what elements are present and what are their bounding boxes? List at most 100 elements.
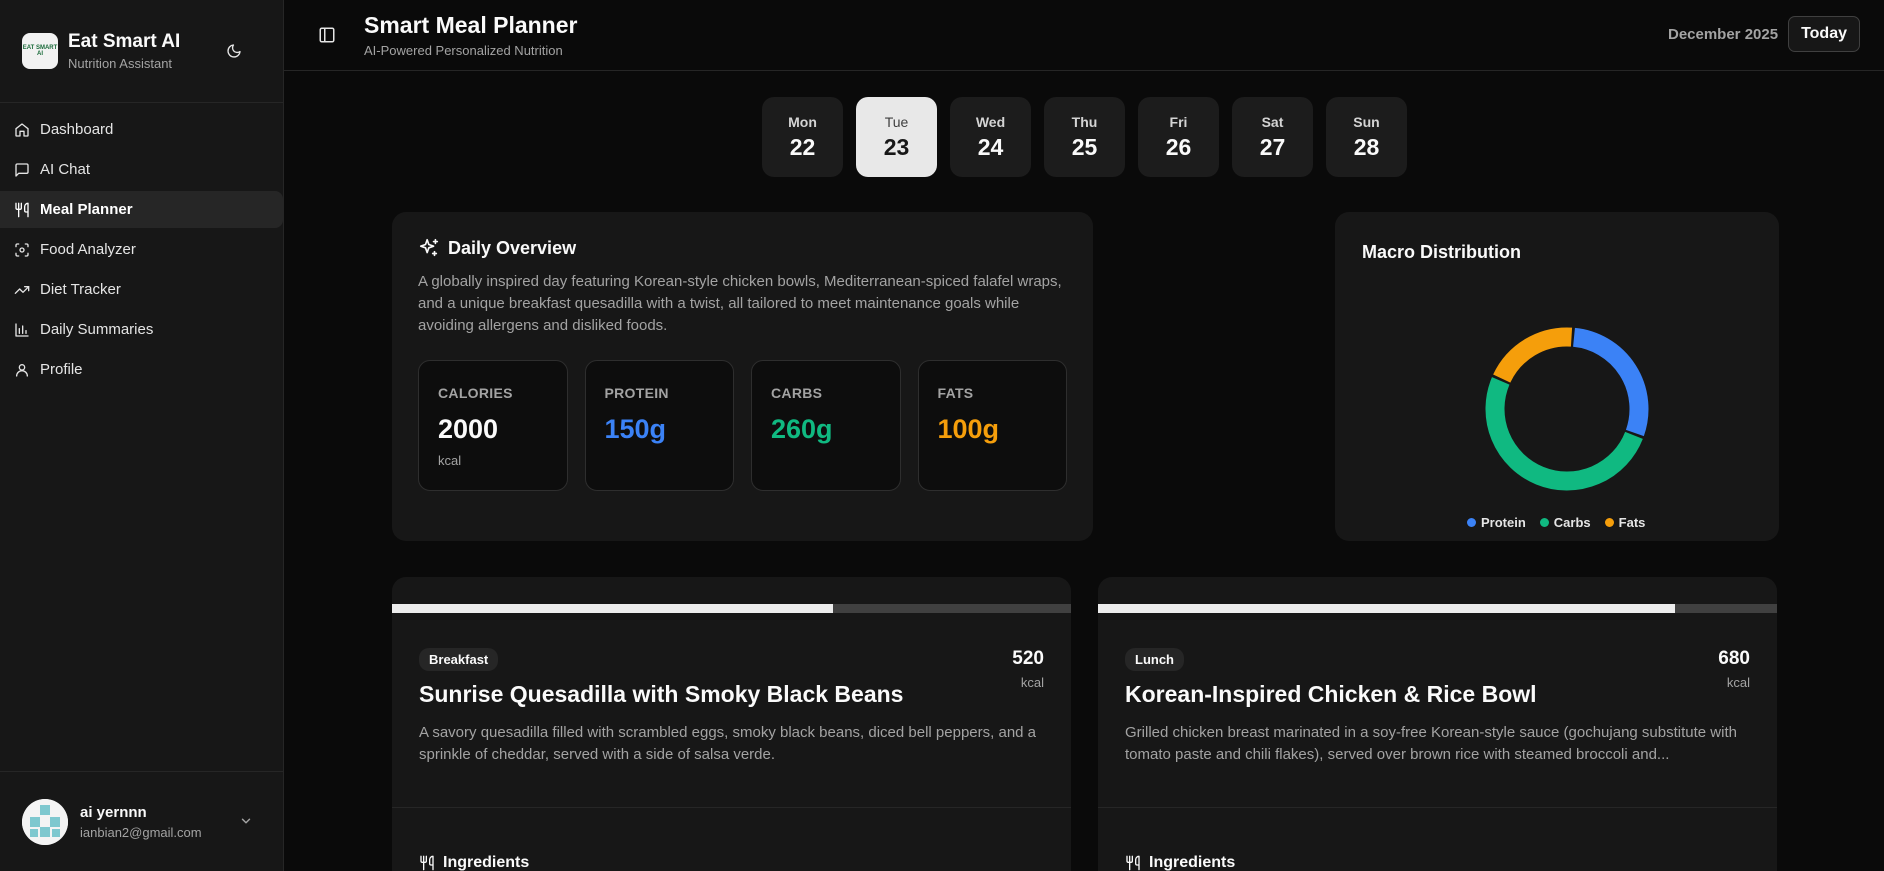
logo-text: EAT SMART AI (22, 45, 58, 57)
ingredients-toggle[interactable]: Ingredients (1098, 854, 1777, 871)
sidebar-item-label: Food Analyzer (40, 241, 136, 258)
sidebar-item-daily-summaries[interactable]: Daily Summaries (0, 311, 283, 348)
overview-description: A globally inspired day featuring Korean… (418, 273, 1062, 334)
day-number: 23 (883, 133, 910, 160)
ingredients-label: Ingredients (443, 854, 530, 871)
user-name: ai yernnn (80, 803, 147, 821)
main-content: Smart Meal Planner AI-Powered Personaliz… (284, 0, 1884, 871)
user-email: ianbian2@gmail.com (80, 824, 202, 840)
meal-description: A savory quesadilla filled with scramble… (419, 724, 1037, 763)
meal-progress-bar (392, 604, 1071, 613)
meal-kcal-value: 520 (1012, 648, 1044, 669)
day-sat[interactable]: Sat 27 (1232, 97, 1313, 177)
sidebar: EAT SMART AI Eat Smart AI Nutrition Assi… (0, 0, 284, 871)
avatar-pattern-icon (22, 798, 68, 845)
day-wed[interactable]: Wed 24 (950, 97, 1031, 177)
current-month: December 2025 (1667, 25, 1779, 43)
legend-dot (1467, 518, 1476, 527)
meal-calories: 680 kcal (1718, 648, 1750, 690)
day-sun[interactable]: Sun 28 (1326, 97, 1407, 177)
brand: EAT SMART AI Eat Smart AI Nutrition Assi… (0, 0, 283, 103)
trending-up-icon (14, 285, 30, 294)
meal-title: Sunrise Quesadilla with Smoky Black Bean… (419, 681, 904, 707)
avatar (22, 798, 68, 845)
sidebar-item-food-analyzer[interactable]: Food Analyzer (0, 231, 283, 268)
chevron-down-icon (241, 818, 251, 824)
sidebar-item-diet-tracker[interactable]: Diet Tracker (0, 271, 283, 308)
day-name: Fri (1169, 113, 1188, 130)
meal-type-badge: Lunch (1125, 648, 1184, 671)
sidebar-item-label: Diet Tracker (40, 281, 121, 298)
sidebar-item-label: Meal Planner (40, 201, 133, 218)
meal-card-breakfast[interactable]: Breakfast 520 kcal Sunrise Quesadilla wi… (392, 577, 1071, 871)
day-number: 24 (977, 133, 1004, 160)
day-fri[interactable]: Fri 26 (1138, 97, 1219, 177)
bar-chart-icon (15, 322, 29, 337)
stat-carbs: CARBS 260g (751, 360, 901, 491)
macro-donut-chart (1485, 327, 1649, 491)
sparkles-icon (419, 238, 439, 257)
user-menu[interactable]: ai yernnn ianbian2@gmail.com (0, 771, 283, 871)
week-day-selector: Mon 22 Tue 23 Wed 24 Thu 25 Fri 26 Sat 2… (762, 97, 1407, 177)
sidebar-nav: Dashboard AI Chat Meal Planner Food Anal… (0, 103, 283, 396)
theme-toggle-button[interactable] (223, 40, 245, 62)
meal-kcal-value: 680 (1718, 648, 1750, 669)
stat-value: 260g (771, 414, 833, 444)
sidebar-item-profile[interactable]: Profile (0, 351, 283, 388)
donut-slice-fats (1493, 327, 1573, 383)
stat-label: CALORIES (438, 385, 513, 401)
daily-overview-card: Daily Overview A globally inspired day f… (392, 212, 1093, 541)
legend-dot (1539, 518, 1549, 527)
stat-value: 100g (937, 414, 1000, 444)
day-name: Tue (884, 113, 909, 130)
day-mon[interactable]: Mon 22 (762, 97, 843, 177)
meal-calories: 520 kcal (1012, 648, 1044, 690)
day-tue[interactable]: Tue 23 (856, 97, 937, 177)
sidebar-item-meal-planner[interactable]: Meal Planner (0, 191, 283, 228)
sidebar-item-ai-chat[interactable]: AI Chat (0, 151, 283, 188)
macro-distribution-card: Macro Distribution Protein Carbs Fats (1335, 212, 1779, 541)
utensils-icon (15, 202, 29, 217)
sidebar-item-dashboard[interactable]: Dashboard (0, 111, 283, 148)
ingredients-toggle[interactable]: Ingredients (392, 854, 1071, 871)
sidebar-toggle-button[interactable] (318, 24, 340, 46)
day-number: 22 (789, 133, 816, 160)
page-subtitle: AI-Powered Personalized Nutrition (364, 43, 563, 58)
day-name: Wed (975, 113, 1006, 130)
scan-icon (15, 242, 29, 257)
ingredients-label: Ingredients (1149, 854, 1236, 871)
stat-label: PROTEIN (604, 385, 669, 401)
section-title: Daily Overview (448, 237, 577, 258)
macro-distribution-title: Macro Distribution (1362, 242, 1522, 262)
user-icon (16, 363, 28, 377)
app-name: Eat Smart AI (68, 31, 181, 52)
sidebar-item-label: Daily Summaries (40, 321, 154, 338)
donut-slice-carbs (1485, 377, 1643, 491)
utensils-icon (1126, 855, 1140, 871)
page-header: Smart Meal Planner AI-Powered Personaliz… (284, 0, 1884, 71)
meal-progress-bar (1098, 604, 1777, 613)
meal-card-lunch[interactable]: Lunch 680 kcal Korean-Inspired Chicken &… (1098, 577, 1777, 871)
moon-icon (227, 44, 241, 58)
day-number: 25 (1071, 133, 1098, 160)
legend-label: Carbs (1553, 515, 1591, 530)
today-button[interactable]: Today (1788, 16, 1860, 52)
meal-title: Korean-Inspired Chicken & Rice Bowl (1125, 681, 1537, 707)
legend-item-fats: Fats (1604, 515, 1645, 530)
day-thu[interactable]: Thu 25 (1044, 97, 1125, 177)
meal-progress-fill (1098, 604, 1676, 613)
sidebar-item-label: Dashboard (40, 121, 114, 138)
legend-item-carbs: Carbs (1539, 515, 1591, 530)
day-name: Sun (1353, 113, 1380, 130)
daily-overview-title: Daily Overview (418, 237, 1067, 259)
stat-protein: PROTEIN 150g (584, 360, 734, 491)
app-tagline: Nutrition Assistant (68, 56, 173, 71)
chat-icon (15, 162, 29, 177)
page-title: Smart Meal Planner (364, 12, 578, 38)
meal-kcal-unit: kcal (1020, 675, 1044, 690)
header-actions: December 2025 Today (1668, 16, 1860, 52)
stat-value: 150g (604, 414, 667, 444)
day-name: Sat (1261, 113, 1284, 130)
donut-slice-protein (1572, 327, 1649, 437)
utensils-icon (420, 855, 434, 871)
